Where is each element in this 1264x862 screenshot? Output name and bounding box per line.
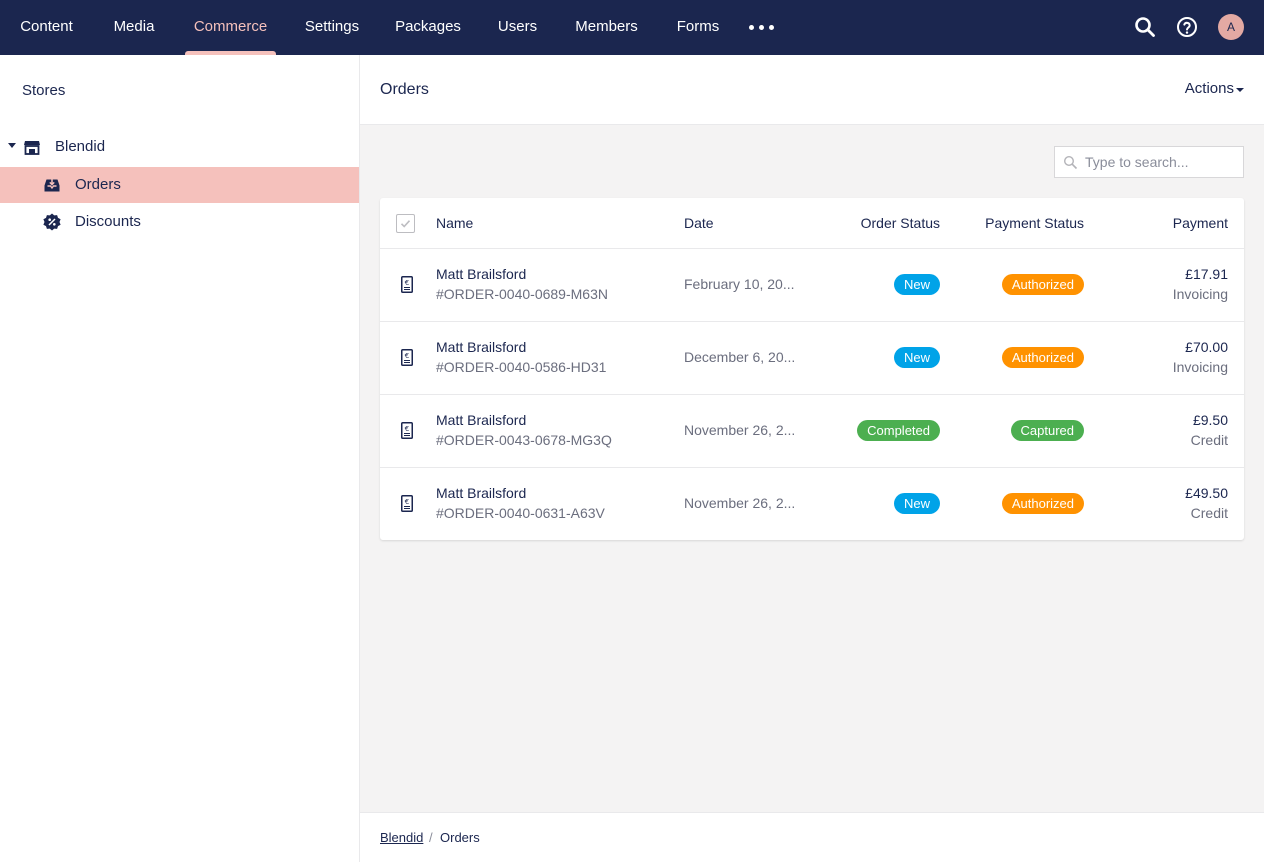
sidebar-title: Stores <box>22 82 66 99</box>
caret-down-icon[interactable] <box>1236 88 1244 92</box>
sidebar: Stores Blendid Orders Discounts <box>0 55 360 862</box>
tree-item-store[interactable]: Blendid <box>0 129 359 165</box>
store-icon <box>23 138 41 156</box>
page-title: Orders <box>380 81 429 98</box>
table-row[interactable]: € Matt Brailsford #ORDER-0040-0631-A63V … <box>380 468 1244 541</box>
order-number: #ORDER-0040-0631-A63V <box>436 505 605 521</box>
column-header-date[interactable]: Date <box>684 215 714 231</box>
payment-method: Credit <box>1190 505 1228 521</box>
order-date: February 10, 20... <box>684 276 795 292</box>
discount-badge-icon <box>43 213 61 231</box>
order-number: #ORDER-0040-0689-M63N <box>436 286 608 302</box>
order-status-badge: Completed <box>857 420 940 441</box>
payment-amount: £9.50 <box>1192 412 1228 428</box>
search-icon <box>1063 155 1078 170</box>
caret-down-icon[interactable] <box>8 143 16 148</box>
svg-text:€: € <box>405 279 409 287</box>
payment-status-badge: Authorized <box>1001 274 1084 295</box>
svg-text:€: € <box>405 352 409 360</box>
main-header: Orders Actions <box>360 55 1264 125</box>
payment-amount: £49.50 <box>1185 485 1228 501</box>
order-document-icon: € <box>401 422 413 439</box>
breadcrumb-current: Orders <box>440 830 480 845</box>
nav-item-content[interactable]: Content <box>10 0 83 55</box>
column-header-order-status[interactable]: Order Status <box>861 215 940 231</box>
order-date: December 6, 20... <box>684 349 796 365</box>
table-header: Name Date Order Status Payment Status Pa… <box>380 198 1244 249</box>
payment-method: Invoicing <box>1172 286 1228 302</box>
tree-item-orders[interactable]: Orders <box>0 167 359 203</box>
search-input[interactable] <box>1085 147 1240 177</box>
nav-item-commerce[interactable]: Commerce <box>185 0 276 55</box>
select-all-checkbox[interactable] <box>396 214 415 233</box>
payment-status-badge: Captured <box>1010 420 1084 441</box>
order-number: #ORDER-0040-0586-HD31 <box>436 359 607 375</box>
tree-item-label: Blendid <box>55 138 106 155</box>
actions-button[interactable]: Actions <box>1185 80 1234 97</box>
ellipsis-icon[interactable] <box>747 18 777 36</box>
order-document-icon: € <box>401 276 413 293</box>
tree-item-discounts[interactable]: Discounts <box>0 204 359 240</box>
nav-item-packages[interactable]: Packages <box>388 0 468 55</box>
order-document-icon: € <box>401 495 413 512</box>
order-status-badge: New <box>893 347 940 368</box>
inbox-download-icon <box>43 176 61 194</box>
customer-name[interactable]: Matt Brailsford <box>436 485 526 501</box>
order-date: November 26, 2... <box>684 422 796 438</box>
payment-status-badge: Authorized <box>1001 347 1084 368</box>
payment-status-badge: Authorized <box>1001 493 1084 514</box>
breadcrumb-separator: / <box>429 830 433 845</box>
search-box[interactable] <box>1054 146 1244 178</box>
svg-text:€: € <box>405 498 409 506</box>
nav-item-users[interactable]: Users <box>489 0 546 55</box>
nav-item-settings[interactable]: Settings <box>297 0 367 55</box>
svg-text:€: € <box>405 425 409 433</box>
tree-item-label: Orders <box>75 176 121 193</box>
column-header-payment[interactable]: Payment <box>1173 215 1228 231</box>
order-status-badge: New <box>893 274 940 295</box>
nav-item-forms[interactable]: Forms <box>667 0 729 55</box>
breadcrumb: Blendid / Orders <box>360 812 1264 862</box>
column-header-payment-status[interactable]: Payment Status <box>985 215 1084 231</box>
order-number: #ORDER-0043-0678-MG3Q <box>436 432 612 448</box>
column-header-name[interactable]: Name <box>436 215 473 231</box>
payment-method: Credit <box>1190 432 1228 448</box>
payment-amount: £17.91 <box>1185 266 1228 282</box>
order-date: November 26, 2... <box>684 495 796 511</box>
search-icon[interactable] <box>1133 15 1157 39</box>
nav-item-media[interactable]: Media <box>104 0 164 55</box>
user-avatar[interactable]: A <box>1218 14 1244 40</box>
orders-table: Name Date Order Status Payment Status Pa… <box>380 198 1244 540</box>
payment-amount: £70.00 <box>1185 339 1228 355</box>
customer-name[interactable]: Matt Brailsford <box>436 412 526 428</box>
tree-item-label: Discounts <box>75 213 141 230</box>
table-row[interactable]: € Matt Brailsford #ORDER-0043-0678-MG3Q … <box>380 395 1244 468</box>
main-panel: Orders Actions Name Date Order Status Pa… <box>360 55 1264 862</box>
breadcrumb-link-store[interactable]: Blendid <box>380 830 423 845</box>
payment-method: Invoicing <box>1172 359 1228 375</box>
order-document-icon: € <box>401 349 413 366</box>
customer-name[interactable]: Matt Brailsford <box>436 266 526 282</box>
nav-item-members[interactable]: Members <box>567 0 646 55</box>
check-icon <box>400 220 411 228</box>
top-navigation: Content Media Commerce Settings Packages… <box>0 0 1264 55</box>
order-status-badge: New <box>893 493 940 514</box>
customer-name[interactable]: Matt Brailsford <box>436 339 526 355</box>
table-row[interactable]: € Matt Brailsford #ORDER-0040-0586-HD31 … <box>380 322 1244 395</box>
help-icon[interactable] <box>1175 15 1199 39</box>
table-row[interactable]: € Matt Brailsford #ORDER-0040-0689-M63N … <box>380 249 1244 322</box>
